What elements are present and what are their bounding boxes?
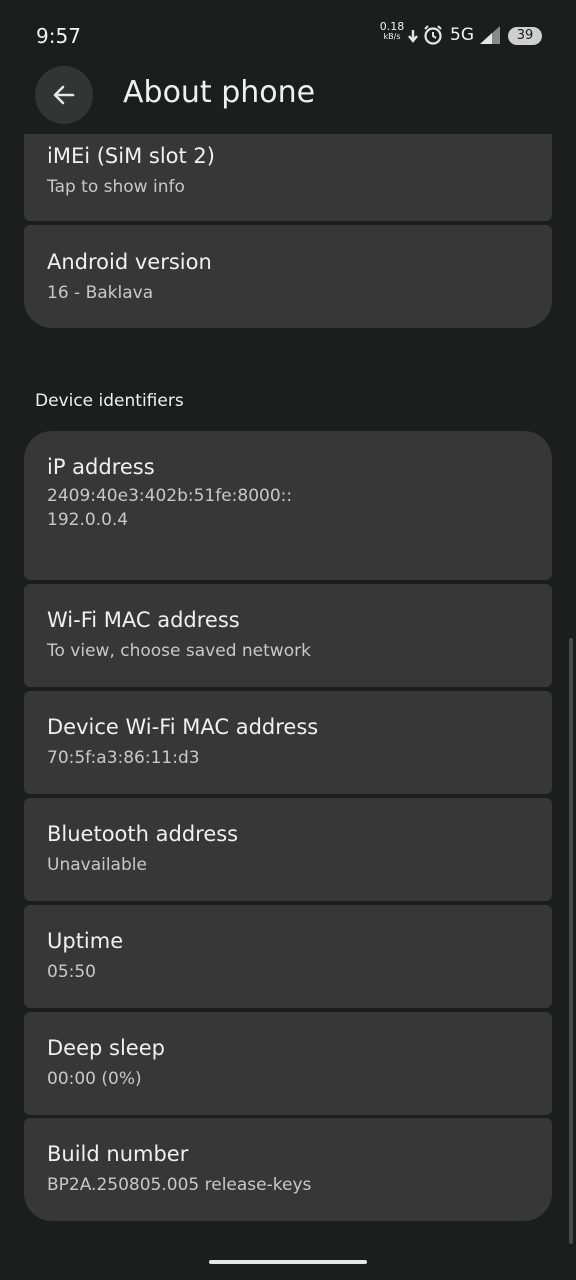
item-title: Device Wi-Fi MAC address: [47, 715, 319, 739]
status-time: 9:57: [36, 24, 81, 48]
item-title: Wi-Fi MAC address: [47, 608, 240, 632]
page-title: About phone: [123, 75, 316, 110]
network-type: 5G: [450, 25, 474, 45]
scrollbar[interactable]: [569, 638, 573, 1244]
home-indicator[interactable]: [209, 1260, 367, 1264]
item-subtitle: Tap to show info: [47, 177, 185, 197]
item-subtitle: 16 - Baklava: [47, 283, 154, 303]
signal-icon: [478, 24, 502, 50]
item-subtitle: 2409:40e3:402b:51fe:8000:: 192.0.0.4: [47, 486, 293, 530]
list-item-android-version[interactable]: Android version 16 - Baklava: [24, 225, 552, 328]
item-title: Build number: [47, 1142, 189, 1166]
download-arrow-icon: [406, 24, 420, 50]
item-subtitle: 70:5f:a3:86:11:d3: [47, 748, 200, 768]
list-item-ip-address[interactable]: iP address 2409:40e3:402b:51fe:8000:: 19…: [24, 431, 552, 580]
network-speed: 0.18 kB/s: [378, 21, 406, 42]
back-button[interactable]: [35, 66, 93, 124]
item-subtitle: BP2A.250805.005 release-keys: [47, 1175, 312, 1195]
section-header-device-identifiers: Device identifiers: [35, 391, 184, 411]
list-item-wifi-mac[interactable]: Wi-Fi MAC address To view, choose saved …: [24, 584, 552, 687]
battery-icon: 39: [508, 27, 542, 45]
list-item-build-number[interactable]: Build number BP2A.250805.005 release-key…: [24, 1118, 552, 1221]
list-item-deep-sleep[interactable]: Deep sleep 00:00 (0%): [24, 1012, 552, 1115]
settings-list[interactable]: iMEi (SiM slot 2) Tap to show info Andro…: [0, 134, 576, 1254]
status-bar: 9:57 0.18 kB/s 5G 39: [0, 0, 576, 60]
item-title: Bluetooth address: [47, 822, 239, 846]
item-subtitle: 05:50: [47, 962, 96, 982]
item-title: iP address: [47, 455, 155, 479]
battery-level: 39: [516, 28, 534, 43]
item-title: iMEi (SiM slot 2): [47, 144, 215, 168]
item-subtitle: To view, choose saved network: [47, 641, 311, 661]
item-title: Uptime: [47, 929, 124, 953]
arrow-left-icon: [53, 85, 75, 105]
list-item-uptime[interactable]: Uptime 05:50: [24, 905, 552, 1008]
list-item-device-wifi-mac[interactable]: Device Wi-Fi MAC address 70:5f:a3:86:11:…: [24, 691, 552, 794]
list-item-imei[interactable]: iMEi (SiM slot 2) Tap to show info: [24, 134, 552, 221]
list-item-bluetooth-address[interactable]: Bluetooth address Unavailable: [24, 798, 552, 901]
item-title: Android version: [47, 250, 212, 274]
app-bar: About phone: [0, 60, 576, 134]
alarm-clock-icon: [422, 24, 444, 50]
network-speed-unit: kB/s: [383, 32, 401, 41]
item-subtitle: 00:00 (0%): [47, 1069, 142, 1089]
item-subtitle: Unavailable: [47, 855, 147, 875]
item-title: Deep sleep: [47, 1036, 165, 1060]
